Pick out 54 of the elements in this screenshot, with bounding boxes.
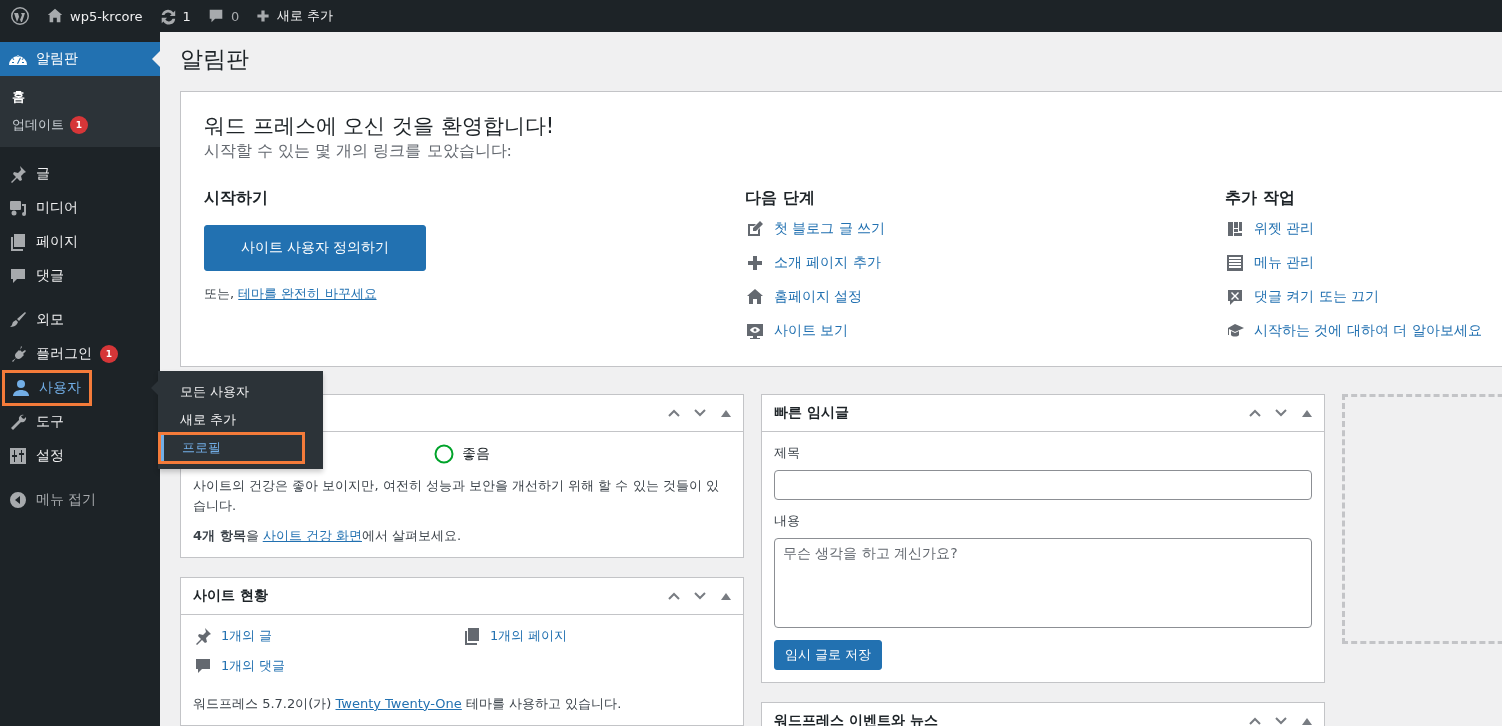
- page-title: 알림판: [180, 45, 250, 74]
- sidebar-item[interactable]: 글: [0, 157, 60, 191]
- welcome-title: 워드 프레스에 오신 것을 환영합니다!: [204, 113, 556, 140]
- version-text: 워드프레스 5.7.2이(가) Twenty Twenty-One 테마를 사용하고 있습니다.: [193, 694, 623, 713]
- widget-title: 빠른 임시글: [774, 403, 850, 422]
- action-link[interactable]: 위젯 관리: [1225, 211, 1315, 246]
- health-description: 사이트의 건강은 좋아 보이지만, 여전히 성능과 보안을 개선하기 위해 할 수 있는 것들이 있습니다.: [193, 476, 720, 515]
- updates-link[interactable]: 1: [150, 0, 199, 32]
- sidebar-item[interactable]: 사용자: [3, 371, 91, 405]
- submenu-item[interactable]: 홈: [0, 83, 37, 111]
- action-link[interactable]: 댓글 켜기 또는 끄기: [1225, 279, 1380, 314]
- submenu-item[interactable]: 업데이트 1: [0, 111, 100, 139]
- collapse-menu-button[interactable]: 메뉴 접기: [0, 483, 105, 517]
- sidebar-item[interactable]: 설정: [0, 439, 74, 473]
- content-field[interactable]: 무슨 생각을 하고 계신가요?: [774, 537, 1312, 628]
- action-link[interactable]: 소개 페이지 추가: [745, 245, 881, 280]
- field-label: 제목: [774, 443, 801, 462]
- action-link[interactable]: 첫 블로그 글 쓰기: [745, 211, 886, 246]
- welcome-subtitle: 시작할 수 있는 몇 개의 링크를 모았습니다:: [204, 141, 513, 163]
- action-link[interactable]: 메뉴 관리: [1225, 245, 1315, 280]
- glance-link[interactable]: 1개의 페이지: [462, 620, 568, 651]
- sidebar-item[interactable]: 댓글: [0, 259, 74, 293]
- sidebar-item[interactable]: 외모: [0, 303, 74, 337]
- action-link[interactable]: 시작하는 것에 대하여 더 알아보세요: [1225, 313, 1482, 348]
- glance-link[interactable]: 1개의 글: [193, 620, 273, 651]
- column-heading: 다음 단계: [745, 188, 816, 209]
- health-summary: 4개 항목을 사이트 건강 화면에서 살펴보세요.: [193, 526, 463, 545]
- count-badge: 1: [70, 116, 88, 134]
- column-heading: 시작하기: [204, 188, 269, 209]
- flyout-item[interactable]: 새로 추가: [158, 406, 323, 434]
- count-badge: 1: [100, 345, 118, 363]
- sidebar-item[interactable]: 알림판: [0, 42, 160, 76]
- change-theme-link[interactable]: 테마를 완전히 바꾸세요: [238, 285, 377, 301]
- status-label: 좋음: [462, 444, 490, 463]
- action-link[interactable]: 홈페이지 설정: [745, 279, 863, 314]
- theme-link[interactable]: Twenty Twenty-One: [335, 695, 462, 711]
- sidebar-item[interactable]: 플러그인 1: [0, 337, 128, 371]
- column-heading: 추가 작업: [1225, 188, 1296, 209]
- field-label: 내용: [774, 511, 801, 530]
- save-draft-button[interactable]: 임시 글로 저장: [774, 639, 883, 670]
- sidebar-item[interactable]: 미디어: [0, 191, 88, 225]
- flyout-item[interactable]: 프로필: [160, 434, 303, 462]
- change-theme-text: 또는, 테마를 완전히 바꾸세요: [204, 284, 378, 303]
- action-link[interactable]: 사이트 보기: [745, 313, 849, 348]
- site-name-link[interactable]: wp5-krcore: [38, 0, 151, 32]
- sidebar-item[interactable]: 도구: [0, 405, 74, 439]
- sidebar-item[interactable]: 페이지: [0, 225, 88, 259]
- health-link[interactable]: 사이트 건강 화면: [262, 527, 362, 543]
- customize-button[interactable]: 사이트 사용자 정의하기: [204, 224, 426, 271]
- flyout-item[interactable]: 모든 사용자: [158, 378, 323, 406]
- widget-title: 사이트 현황: [193, 586, 269, 605]
- new-content-link[interactable]: 새로 추가: [247, 0, 342, 32]
- comments-link[interactable]: 0: [198, 0, 248, 32]
- glance-link[interactable]: 1개의 댓글: [193, 650, 286, 681]
